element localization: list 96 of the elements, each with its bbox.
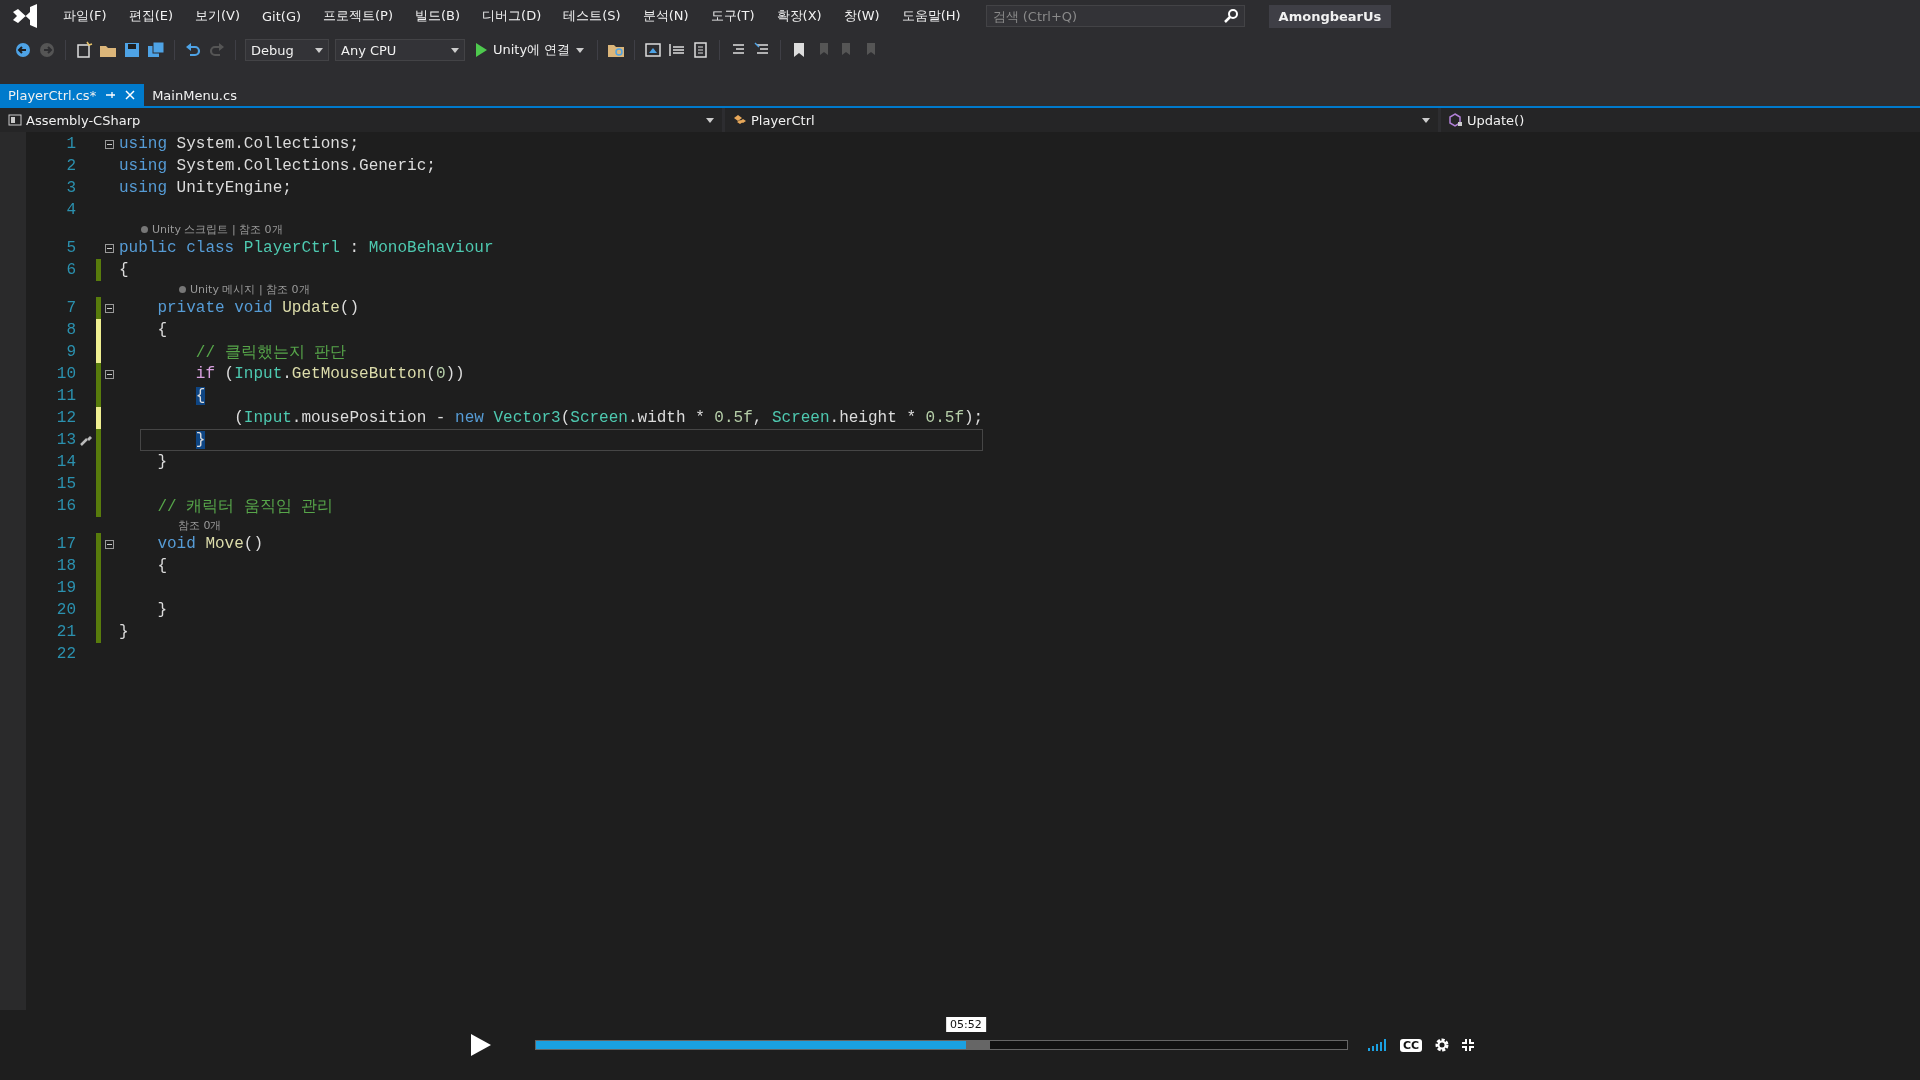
line-number: 5 bbox=[65, 239, 76, 257]
editor-tab[interactable]: MainMenu.cs bbox=[144, 84, 245, 106]
play-icon[interactable] bbox=[470, 1033, 492, 1057]
back-icon[interactable] bbox=[14, 41, 32, 59]
class-icon bbox=[733, 113, 747, 127]
line-number: 13 bbox=[55, 431, 76, 449]
collapse-icon[interactable] bbox=[105, 539, 114, 549]
line-number: 14 bbox=[55, 453, 76, 471]
line-number: 11 bbox=[55, 387, 76, 405]
menu-item[interactable]: 편집(E) bbox=[117, 7, 184, 25]
line-number: 3 bbox=[65, 179, 76, 197]
code-line: // 클릭했는지 판단 bbox=[194, 342, 347, 363]
caret-icon[interactable] bbox=[315, 47, 323, 53]
navigation-dropdown[interactable]: Assembly-CSharp bbox=[0, 108, 722, 132]
code-line: using UnityEngine; bbox=[119, 179, 292, 197]
line-number: 7 bbox=[65, 299, 76, 317]
solution-name: AmongbearUs bbox=[1268, 4, 1392, 28]
code-line: using System.Collections.Generic; bbox=[119, 157, 436, 175]
navigation-dropdown[interactable]: PlayerCtrl bbox=[725, 108, 1438, 132]
browser-icon[interactable] bbox=[644, 41, 663, 59]
collapse-icon[interactable] bbox=[105, 243, 114, 253]
code-lens[interactable]: 참조 0개 bbox=[178, 517, 222, 533]
line-number: 4 bbox=[65, 201, 76, 219]
collapse-icon[interactable] bbox=[105, 139, 114, 149]
code-line: // 캐릭터 움직임 관리 bbox=[156, 496, 334, 517]
app-logo-icon[interactable] bbox=[12, 4, 38, 28]
caret-icon[interactable] bbox=[1422, 117, 1430, 123]
line-number: 17 bbox=[55, 535, 76, 553]
settings-icon[interactable] bbox=[1434, 1037, 1451, 1053]
line-number: 12 bbox=[55, 409, 76, 427]
platform-dropdown[interactable]: Any CPU bbox=[335, 39, 465, 61]
line-number: 8 bbox=[65, 321, 76, 339]
menu-item[interactable]: 도움말(H) bbox=[890, 7, 972, 25]
save-icon[interactable] bbox=[123, 41, 141, 59]
line-number: 2 bbox=[65, 157, 76, 175]
captions-button[interactable]: CC bbox=[1400, 1038, 1423, 1052]
menu-item[interactable]: Git(G) bbox=[251, 8, 313, 24]
line-number: 6 bbox=[65, 261, 76, 279]
code-line: void Move() bbox=[156, 535, 264, 553]
collapse-icon[interactable] bbox=[105, 303, 114, 313]
menu-item[interactable]: 도구(T) bbox=[699, 7, 766, 25]
line-number: 9 bbox=[65, 343, 76, 361]
search-field[interactable]: 검색 (Ctrl+Q) bbox=[985, 5, 1245, 27]
caret-icon[interactable] bbox=[706, 117, 714, 123]
close-icon[interactable] bbox=[124, 89, 137, 101]
code-line: (Input.mousePosition - new Vector3(Screen.width * 0.5f, Screen.height * 0.5f); bbox=[233, 409, 984, 427]
line-number: 16 bbox=[55, 497, 76, 515]
line-number: 20 bbox=[55, 601, 76, 619]
menu-item[interactable]: 테스트(S) bbox=[552, 7, 632, 25]
code-lens[interactable]: Unity 스크립트 | 참조 0개 bbox=[152, 221, 283, 237]
code-line: } bbox=[156, 601, 167, 619]
code-line: using System.Collections; bbox=[119, 135, 360, 153]
configuration-dropdown[interactable]: Debug bbox=[245, 39, 329, 61]
menu-item[interactable]: 창(W) bbox=[832, 7, 891, 25]
code-line: { bbox=[156, 321, 167, 339]
code-line: { bbox=[156, 557, 167, 575]
line-number: 22 bbox=[55, 645, 76, 663]
menu-item[interactable]: 프로젝트(P) bbox=[312, 7, 404, 25]
code-line: } bbox=[156, 453, 167, 471]
indent-icon[interactable] bbox=[668, 41, 687, 59]
menu-item[interactable]: 디버그(D) bbox=[471, 7, 553, 25]
code-line: } bbox=[119, 623, 129, 641]
navigation-dropdown[interactable]: Update() bbox=[1441, 108, 1920, 132]
code-line: public class PlayerCtrl : MonoBehaviour bbox=[119, 239, 494, 257]
menu-item[interactable]: 보기(V) bbox=[184, 7, 252, 25]
line-number: 15 bbox=[55, 475, 76, 493]
play-icon[interactable] bbox=[475, 43, 487, 57]
menu-item[interactable]: 확장(X) bbox=[765, 7, 833, 25]
line-number: 19 bbox=[55, 579, 76, 597]
search-icon[interactable] bbox=[1223, 9, 1238, 23]
save-all-icon[interactable] bbox=[147, 41, 165, 59]
method-icon bbox=[1449, 113, 1463, 127]
collapse-icon[interactable] bbox=[105, 369, 114, 379]
new-project-icon[interactable] bbox=[75, 41, 93, 59]
line-number: 18 bbox=[55, 557, 76, 575]
line-number: 21 bbox=[55, 623, 76, 641]
menu-item[interactable]: 파일(F) bbox=[52, 7, 118, 25]
code-line: { bbox=[119, 261, 129, 279]
editor-tab[interactable]: PlayerCtrl.cs* bbox=[0, 84, 145, 106]
project-icon bbox=[8, 113, 22, 127]
run-button[interactable]: Unity에 연결 bbox=[471, 41, 589, 59]
caret-icon[interactable] bbox=[451, 47, 459, 53]
pin-icon[interactable] bbox=[104, 89, 117, 101]
code-line: private void Update() bbox=[156, 299, 360, 317]
time-tooltip: 05:52 bbox=[946, 1017, 986, 1032]
code-lens[interactable]: Unity 메시지 | 참조 0개 bbox=[190, 281, 310, 297]
signal-bars-icon[interactable] bbox=[1368, 1039, 1388, 1051]
code-line: if (Input.GetMouseButton(0)) bbox=[194, 365, 465, 383]
line-number: 1 bbox=[65, 135, 76, 153]
menu-item[interactable]: 분석(N) bbox=[631, 7, 700, 25]
caret-icon[interactable] bbox=[576, 47, 585, 53]
exit-fullscreen-icon[interactable] bbox=[1462, 1039, 1475, 1051]
line-number: 10 bbox=[55, 365, 76, 383]
undo-icon[interactable] bbox=[184, 41, 202, 59]
screwdriver-icon[interactable] bbox=[79, 433, 93, 447]
menu-item[interactable]: 빌드(B) bbox=[404, 7, 472, 25]
